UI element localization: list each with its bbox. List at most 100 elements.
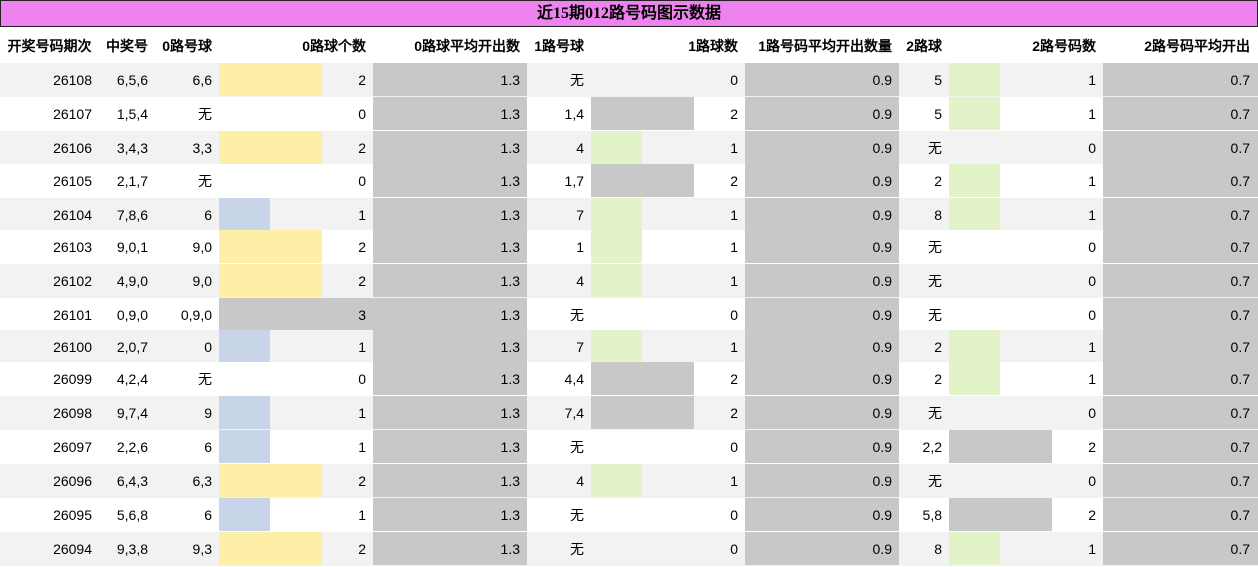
route1-count-cell: 2 [730,173,738,189]
draw-cell: 6,4,3 [116,473,148,489]
route0-avg-cell: 1.3 [500,541,520,557]
route1-balls-cell: 无 [570,507,584,523]
route1-count-cell: 1 [730,273,738,289]
table-row: 26099 4,2,4 无 0 1.3 4,4 2 0.9 2 1 0.7 [0,362,1258,396]
route0-balls-cell: 无 [198,371,212,387]
route0-avg-cell: 1.3 [500,473,520,489]
route0-count-cell: 2 [358,273,366,289]
period-cell: 26100 [53,339,92,355]
route0-balls-cell: 6 [204,507,212,523]
route1-count-cell: 0 [730,72,738,88]
route1-count-cell: 1 [730,140,738,156]
route2-count-cell: 1 [1088,72,1096,88]
table-title: 近15期012路号码图示数据 [0,0,1258,27]
route1-avg-cell: 0.9 [872,473,892,489]
column-header: 中奖号 [106,38,148,54]
route2-count-cell: 2 [1088,439,1096,455]
route2-count-cell: 0 [1088,405,1096,421]
period-cell: 26104 [53,207,92,223]
table-body: 26108 6,5,6 6,6 2 1.3 无 0 0.9 5 1 0.7 26107 1,5,4 无 0 1… [0,63,1258,566]
route0-avg-cell: 1.3 [500,72,520,88]
route1-count-cell: 1 [730,339,738,355]
period-cell: 26106 [53,140,92,156]
route1-balls-cell: 1,7 [564,173,584,189]
route2-avg-cell: 0.7 [1230,339,1250,355]
route2-balls-cell: 2 [934,371,942,387]
route0-count-cell: 2 [358,541,366,557]
period-cell: 26107 [53,106,92,122]
route0-balls-cell: 6 [204,439,212,455]
route2-balls-cell: 无 [928,239,942,255]
route0-count-cell: 2 [358,140,366,156]
route1-balls-cell: 无 [570,307,584,323]
period-cell: 26098 [53,405,92,421]
route2-balls-cell: 无 [928,273,942,289]
route1-avg-cell: 0.9 [872,273,892,289]
draw-cell: 4,9,0 [116,273,148,289]
draw-cell: 2,2,6 [116,439,148,455]
route1-balls-cell: 7 [576,207,584,223]
route0-count-cell: 2 [358,239,366,255]
period-cell: 26095 [53,507,92,523]
route1-avg-cell: 0.9 [872,371,892,387]
route2-balls-cell: 5 [934,72,942,88]
route1-avg-cell: 0.9 [872,541,892,557]
route2-avg-cell: 0.7 [1230,541,1250,557]
route2-count-cell: 1 [1088,106,1096,122]
route0-avg-cell: 1.3 [500,405,520,421]
route2-balls-cell: 无 [928,307,942,323]
route0-balls-cell: 3,3 [192,140,212,156]
route0-balls-cell: 无 [198,106,212,122]
route0-avg-cell: 1.3 [500,507,520,523]
spreadsheet: 近15期012路号码图示数据 开奖号码期次 中奖号 0路号球 0路球个数 0路球平均开出… [0,0,1258,566]
route0-balls-cell: 0 [204,339,212,355]
draw-cell: 0,9,0 [116,307,148,323]
period-cell: 26099 [53,371,92,387]
route2-avg-cell: 0.7 [1230,106,1250,122]
route2-avg-cell: 0.7 [1230,173,1250,189]
route0-balls-cell: 0,9,0 [180,307,212,323]
route0-count-cell: 0 [358,173,366,189]
route0-balls-cell: 9,0 [192,239,212,255]
draw-cell: 1,5,4 [116,106,148,122]
route0-balls-cell: 9,3 [192,541,212,557]
route0-avg-cell: 1.3 [500,307,520,323]
route0-avg-cell: 1.3 [500,207,520,223]
route1-balls-cell: 无 [570,541,584,557]
draw-cell: 9,3,8 [116,541,148,557]
column-header: 0路号球 [162,38,212,54]
route0-count-cell: 0 [358,106,366,122]
route1-avg-cell: 0.9 [872,439,892,455]
route0-avg-cell: 1.3 [500,371,520,387]
route0-avg-cell: 1.3 [500,439,520,455]
table-row: 26107 1,5,4 无 0 1.3 1,4 2 0.9 5 1 0.7 [0,97,1258,131]
route2-balls-cell: 2 [934,173,942,189]
route0-balls-cell: 6,6 [192,72,212,88]
route1-avg-cell: 0.9 [872,72,892,88]
column-header: 0路球个数 [302,38,366,54]
route1-avg-cell: 0.9 [872,507,892,523]
route0-balls-cell: 9,0 [192,273,212,289]
route2-avg-cell: 0.7 [1230,439,1250,455]
route0-avg-cell: 1.3 [500,339,520,355]
route2-avg-cell: 0.7 [1230,140,1250,156]
route0-avg-cell: 1.3 [500,106,520,122]
route1-count-cell: 1 [730,207,738,223]
route2-avg-cell: 0.7 [1230,207,1250,223]
draw-cell: 9,0,1 [116,239,148,255]
route1-avg-cell: 0.9 [872,307,892,323]
table-row: 26096 6,4,3 6,3 2 1.3 4 1 0.9 无 0 0.7 [0,464,1258,498]
route1-balls-cell: 4,4 [564,371,584,387]
period-cell: 26102 [53,273,92,289]
route0-balls-cell: 无 [198,173,212,189]
table-row: 26094 9,3,8 9,3 2 1.3 无 0 0.9 8 1 0.7 [0,532,1258,566]
route0-count-cell: 0 [358,371,366,387]
route0-avg-cell: 1.3 [500,239,520,255]
route2-balls-cell: 5 [934,106,942,122]
column-header: 2路号码平均开出 [1144,38,1250,54]
draw-cell: 2,0,7 [116,339,148,355]
route0-count-cell: 3 [358,307,366,323]
route1-avg-cell: 0.9 [872,207,892,223]
route1-count-cell: 0 [730,439,738,455]
column-header: 开奖号码期次 [7,38,92,54]
